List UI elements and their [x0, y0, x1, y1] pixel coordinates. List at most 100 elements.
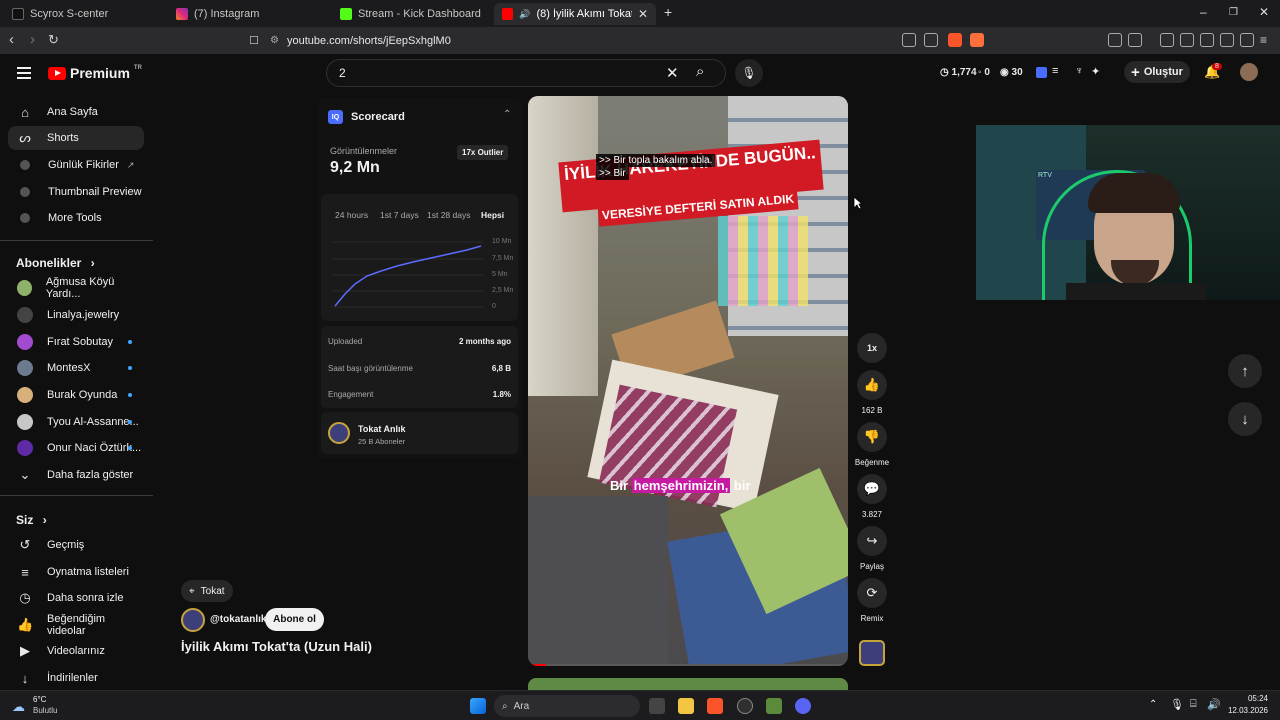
tab-kick[interactable]: Stream - Kick Dashboard [332, 3, 492, 25]
tab-scyrox[interactable]: Scyrox S-center [4, 3, 164, 25]
reload-icon[interactable]: ↻ [48, 32, 59, 48]
tab-youtube-short[interactable]: 🔊 (8) İyilik Akımı Tokat'ta (Uzun ✕ [494, 3, 656, 25]
create-button[interactable]: + Oluştur [1124, 61, 1190, 83]
scorecard-header[interactable]: IQ Scorecard [328, 110, 405, 124]
you-heading[interactable]: Siz › [16, 513, 47, 527]
range-all[interactable]: Hepsi [481, 210, 504, 220]
next-short-preview[interactable] [528, 678, 848, 690]
task-view-icon[interactable] [649, 698, 665, 714]
brave-browser-icon[interactable] [707, 698, 723, 714]
bookmark-icon[interactable]: ☐ [249, 33, 259, 49]
range-24h[interactable]: 24 hours [335, 210, 368, 220]
close-window-button[interactable]: ✕ [1259, 5, 1269, 19]
sidebar-toggle-icon[interactable] [1180, 33, 1194, 47]
sidebar-item-shorts[interactable]: ᔕ Shorts [8, 126, 144, 150]
leo-ai-icon[interactable] [1220, 33, 1234, 47]
remix-button[interactable]: ⟳ Remix [857, 578, 887, 623]
wallet-icon[interactable] [1200, 33, 1214, 47]
game-icon[interactable] [766, 698, 782, 714]
youtube-premium-logo[interactable]: Premium TR [48, 65, 142, 81]
hamburger-menu-icon[interactable] [17, 67, 31, 82]
taskbar-search[interactable]: ⌕ Ara [494, 695, 640, 717]
sidebar-item-liked-videos[interactable]: 👍 Beğendiğim videolar [8, 613, 144, 637]
discord-icon[interactable] [795, 698, 811, 714]
collapse-icon[interactable]: ⌃ [503, 109, 511, 120]
range-7d[interactable]: 1st 7 days [380, 210, 419, 220]
location-pill[interactable]: ⌖ Tokat [181, 580, 233, 602]
extensions-icon[interactable] [1108, 33, 1122, 47]
sidebar-item-your-videos[interactable]: ▶ Videolarınız [8, 639, 144, 663]
sidebar-item-watch-later[interactable]: ◷ Daha sonra izle [8, 586, 144, 610]
sidebar-sub-firat[interactable]: Fırat Sobutay [8, 330, 144, 354]
account-avatar[interactable] [1240, 63, 1258, 81]
comments-button[interactable]: 💬 3.827 [857, 474, 887, 519]
progress-bar[interactable] [528, 664, 848, 666]
sidebar-item-history[interactable]: ↺ Geçmiş [8, 533, 144, 557]
like-button[interactable]: 👍 162 B [857, 370, 887, 415]
address-bar[interactable]: ⚙ youtube.com/shorts/jEepSxhglM0 [270, 31, 890, 50]
range-28d[interactable]: 1st 28 days [427, 210, 470, 220]
dislike-button[interactable]: 👎 Beğenme [855, 422, 889, 467]
restore-button[interactable]: ❐ [1229, 7, 1238, 18]
tab-instagram[interactable]: (7) Instagram [168, 3, 328, 25]
channel-handle[interactable]: @tokatanlık [210, 614, 266, 625]
browser-menu-icon[interactable]: ≡ [1260, 32, 1267, 48]
weather-temp[interactable]: 6°C [33, 695, 46, 704]
brave-rewards-icon[interactable] [970, 33, 984, 47]
sidebar-sub-montesx[interactable]: MontesX [8, 356, 144, 380]
chevron-up-icon[interactable]: ⌃ [1149, 699, 1157, 710]
close-tab-icon[interactable]: ✕ [638, 7, 648, 21]
short-video-player[interactable]: İYİLİK HAREKETİNDE BUGÜN.. VERESİYE DEFT… [528, 96, 848, 666]
sidebar-sub-linalya[interactable]: Linalya.jewelry [8, 303, 144, 327]
subscribe-button[interactable]: Abone ol [265, 608, 324, 631]
network-icon[interactable]: ⌸ [1190, 698, 1197, 711]
volume-icon[interactable]: 🔊 [1207, 698, 1221, 711]
sidebar-item-home[interactable]: ⌂ Ana Sayfa [8, 100, 144, 124]
search-icon[interactable]: ⌕ [696, 63, 704, 80]
views-line [334, 245, 482, 307]
playback-speed-button[interactable]: 1x [857, 333, 887, 363]
brave-shields-icon[interactable] [948, 33, 962, 47]
previous-short-button[interactable]: ↑ [1228, 354, 1262, 388]
sidebar-item-more-tools[interactable]: More Tools [8, 206, 144, 230]
minimize-button[interactable]: – [1200, 5, 1207, 19]
short-location[interactable]: ⌖ Tokat [181, 580, 233, 602]
weather-icon[interactable]: ☁ [12, 699, 25, 715]
sidebar-item-downloads[interactable]: ↓ İndirilenler [8, 666, 144, 690]
file-explorer-icon[interactable] [678, 698, 694, 714]
clear-search-icon[interactable]: ✕ [666, 64, 679, 82]
vidiq-icon[interactable] [1036, 67, 1047, 78]
vpn-icon[interactable] [1240, 33, 1254, 47]
list-icon[interactable]: ≡ [1052, 65, 1058, 77]
rocket-icon[interactable]: ✦ [1091, 65, 1100, 78]
obs-icon[interactable] [737, 698, 753, 714]
sidebar-sub-tyou[interactable]: Tyou Al-Assanne... [8, 410, 144, 434]
sidebar-sub-burak[interactable]: Burak Oyunda [8, 383, 144, 407]
microphone-icon[interactable]: 🎙 [1170, 698, 1184, 711]
channel-avatar[interactable] [181, 608, 205, 632]
cast-icon[interactable] [902, 33, 916, 47]
sidebar-sub-onur[interactable]: Onur Naci Öztürk... [8, 436, 144, 460]
trophy-icon[interactable]: ♆ [1075, 65, 1083, 77]
windows-start-icon[interactable] [470, 698, 486, 714]
sidebar-item-thumbnail-preview[interactable]: Thumbnail Preview [8, 180, 144, 204]
media-icon[interactable] [1160, 33, 1174, 47]
show-more-button[interactable]: ⌄ Daha fazla göster [8, 463, 144, 487]
sidebar-item-gunluk-fikirler[interactable]: Günlük Fikirler ↗ [8, 153, 144, 177]
sound-thumbnail[interactable] [859, 640, 885, 666]
short-title[interactable]: İyilik Akımı Tokat'ta (Uzun Hali) [181, 639, 372, 654]
sidebar-item-playlists[interactable]: ≡ Oynatma listeleri [8, 560, 144, 584]
channel-card[interactable] [321, 412, 518, 454]
subscriptions-heading[interactable]: Abonelikler › [16, 256, 95, 270]
share-page-icon[interactable] [924, 33, 938, 47]
voice-search-button[interactable]: 🎙 [735, 59, 763, 87]
share-button[interactable]: ↪ Paylaş [857, 526, 887, 571]
tab-search-icon[interactable] [1128, 33, 1142, 47]
clock-time[interactable]: 05:24 [1228, 694, 1268, 703]
forward-icon[interactable]: › [30, 32, 35, 48]
sidebar-sub-agmusa[interactable]: Ağmusa Köyü Yardı... [8, 276, 144, 300]
next-short-button[interactable]: ↓ [1228, 402, 1262, 436]
back-icon[interactable]: ‹ [9, 32, 14, 48]
new-tab-icon[interactable]: + [664, 4, 672, 20]
site-info-icon[interactable]: ⚙ [270, 35, 279, 46]
